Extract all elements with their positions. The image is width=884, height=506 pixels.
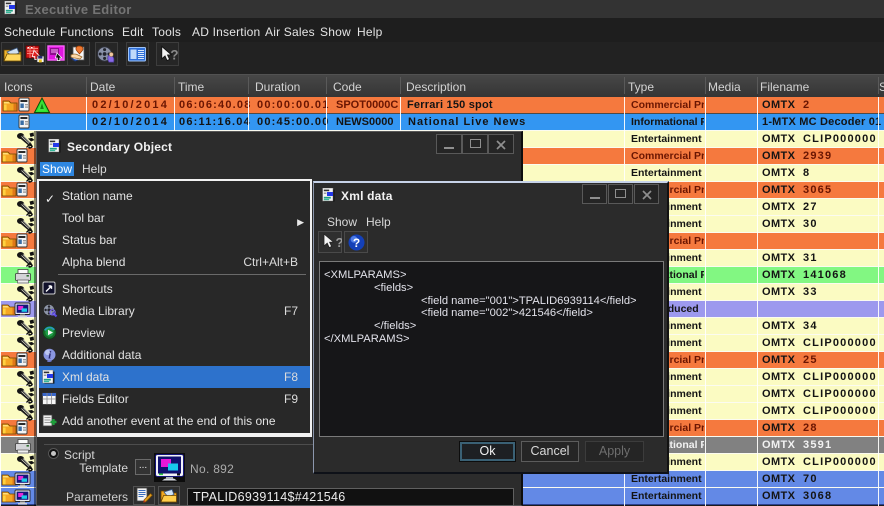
svg-text:?: ? — [170, 47, 178, 62]
svg-text:?: ? — [353, 236, 360, 250]
svg-text:?: ? — [336, 235, 343, 250]
